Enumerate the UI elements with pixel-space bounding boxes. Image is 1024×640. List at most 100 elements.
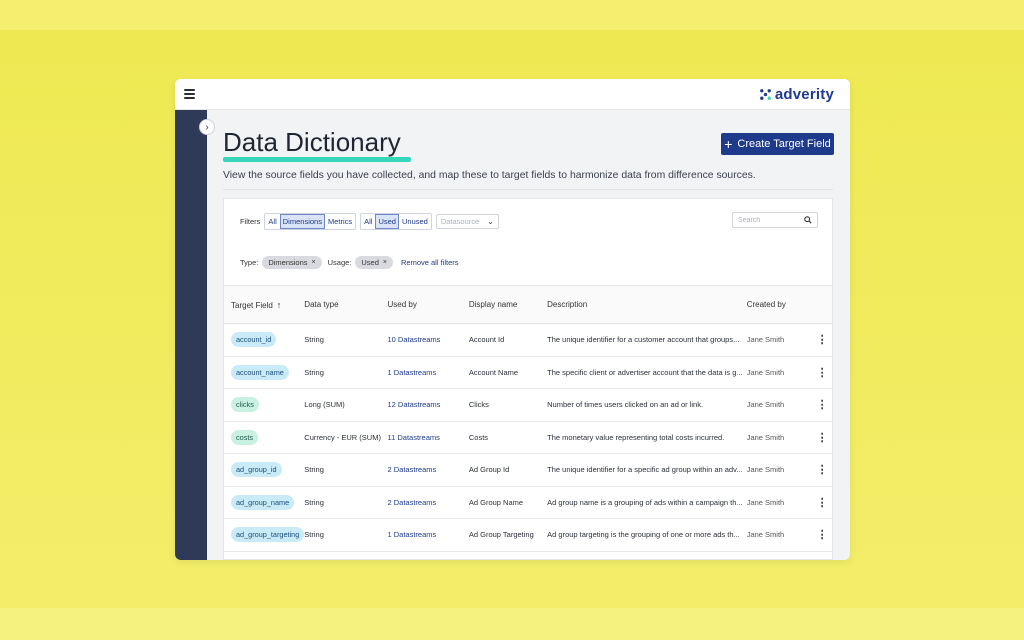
- app-window: adverity › Data Dictionary + Create Targ…: [175, 79, 850, 560]
- filter-usage-all[interactable]: All: [361, 214, 375, 229]
- column-label: Target Field: [231, 300, 273, 310]
- page-title: Data Dictionary: [223, 127, 401, 157]
- cell-display-name: Account Name: [468, 356, 548, 389]
- table-row[interactable]: clicks Long (SUM) 12 Datastreams Clicks …: [224, 388, 832, 422]
- remove-chip-icon[interactable]: ×: [383, 259, 387, 266]
- cell-target-field: clicks: [224, 388, 305, 422]
- cell-used-by: 1 Datastreams: [387, 356, 469, 389]
- table-row[interactable]: ad_group_targeting String 1 Datastreams …: [224, 518, 832, 552]
- column-header-created-by[interactable]: Created by: [747, 286, 810, 324]
- cell-created-by: Jane Smith: [746, 356, 811, 389]
- cell-used-by: 10 Datastreams: [387, 323, 469, 357]
- remove-chip-icon[interactable]: ×: [312, 259, 316, 266]
- more-options-icon[interactable]: ⋮: [817, 367, 828, 379]
- cell-created-by: Jane Smith: [746, 486, 811, 519]
- sort-ascending-icon[interactable]: ↑: [277, 300, 282, 310]
- target-field-pill[interactable]: ad_group_targeting: [231, 527, 305, 543]
- used-by-link[interactable]: 1 Datastreams: [387, 368, 436, 377]
- cell-created-by: Jane Smith: [746, 388, 811, 422]
- cell-actions: ⋮: [810, 323, 832, 357]
- used-by-link[interactable]: 12 Datastreams: [387, 400, 440, 409]
- filter-usage-unused[interactable]: Unused: [399, 214, 431, 229]
- title-underline: [223, 157, 411, 162]
- page-subtitle: View the source fields you have collecte…: [223, 170, 756, 181]
- brand-logo[interactable]: adverity: [759, 86, 834, 103]
- hamburger-icon[interactable]: [184, 89, 195, 99]
- cell-data-type: String: [304, 518, 388, 552]
- column-header-actions: [810, 286, 832, 324]
- cell-used-by: 11 Datastreams: [387, 421, 469, 454]
- more-options-icon[interactable]: ⋮: [817, 399, 828, 411]
- datasource-placeholder: Datasource: [440, 217, 480, 226]
- more-options-icon[interactable]: ⋮: [817, 497, 828, 509]
- used-by-link[interactable]: 1 Datastreams: [387, 530, 436, 539]
- target-field-pill[interactable]: clicks: [231, 397, 259, 413]
- chevron-right-icon: ›: [205, 121, 209, 133]
- column-header-display-name[interactable]: Display name: [469, 286, 547, 324]
- more-options-icon[interactable]: ⋮: [817, 529, 828, 541]
- cell-target-field: ad_group_id: [224, 453, 305, 487]
- cell-actions: ⋮: [810, 518, 832, 552]
- cell-target-field: ad_group_name: [224, 486, 305, 519]
- cell-used-by: 2 Datastreams: [387, 453, 469, 487]
- usage-filter-chip[interactable]: Used ×: [355, 256, 393, 269]
- column-header-used-by[interactable]: Used by: [387, 286, 468, 324]
- usage-filter-group: All Used Unused: [360, 213, 432, 230]
- remove-all-filters-link[interactable]: Remove all filters: [401, 258, 459, 267]
- table-header-row: Target Field ↑ Data type Used by Display …: [224, 285, 832, 324]
- divider: [223, 189, 833, 190]
- table-row[interactable]: account_id String 10 Datastreams Account…: [224, 323, 832, 357]
- chevron-down-icon: ⌄: [487, 217, 494, 226]
- filter-usage-used[interactable]: Used: [375, 214, 399, 229]
- table-row[interactable]: costs Currency - EUR (SUM) 11 Datastream…: [224, 421, 832, 454]
- top-bar: adverity: [175, 79, 850, 110]
- target-field-pill[interactable]: account_name: [231, 364, 289, 380]
- filter-type-dimensions[interactable]: Dimensions: [279, 214, 325, 229]
- column-header-target-field[interactable]: Target Field ↑: [224, 286, 304, 324]
- cell-data-type: Currency - EUR (SUM): [304, 421, 388, 454]
- more-options-icon[interactable]: ⋮: [817, 464, 828, 476]
- cell-display-name: Costs: [468, 421, 548, 454]
- table-row[interactable]: ad_group_name String 2 Datastreams Ad Gr…: [224, 486, 832, 519]
- target-field-pill[interactable]: ad_group_id: [231, 462, 282, 478]
- more-options-icon[interactable]: ⋮: [817, 334, 828, 346]
- cell-description: The unique identifier for a specific ad …: [547, 453, 747, 487]
- cell-created-by: Jane Smith: [746, 453, 811, 487]
- column-header-data-type[interactable]: Data type: [304, 286, 387, 324]
- target-field-pill[interactable]: account_id: [231, 332, 277, 348]
- cell-actions: ⋮: [810, 356, 832, 389]
- type-filter-chip[interactable]: Dimensions ×: [262, 256, 322, 269]
- brand-name: adverity: [774, 86, 834, 103]
- active-filters: Type: Dimensions × Usage: Used × Remove …: [240, 256, 459, 269]
- more-options-icon[interactable]: ⋮: [817, 432, 828, 444]
- used-by-link[interactable]: 11 Datastreams: [387, 433, 439, 442]
- filter-type-all[interactable]: All: [265, 214, 279, 229]
- create-button-label: Create Target Field: [737, 138, 831, 150]
- target-field-pill[interactable]: ad_group_name: [231, 494, 295, 510]
- table-row[interactable]: ad_group_id String 2 Datastreams Ad Grou…: [224, 453, 832, 487]
- usage-filter-label: Usage:: [327, 258, 352, 267]
- cell-display-name: Ad Group Id: [468, 453, 548, 487]
- target-field-pill[interactable]: costs: [231, 429, 259, 445]
- sidebar: [175, 110, 207, 560]
- create-target-field-button[interactable]: + Create Target Field: [721, 133, 834, 155]
- expand-sidebar-button[interactable]: ›: [199, 119, 215, 135]
- datasource-select[interactable]: Datasource ⌄: [435, 214, 499, 229]
- search-input[interactable]: [738, 216, 798, 224]
- cell-description: Number of times users clicked on an ad o…: [547, 388, 747, 422]
- type-chip-label: Dimensions: [268, 258, 308, 267]
- cell-description: Ad group name is a grouping of ads withi…: [547, 486, 747, 519]
- table-row[interactable]: account_name String 1 Datastreams Accoun…: [224, 356, 832, 389]
- data-dictionary-table: Target Field ↑ Data type Used by Display …: [224, 285, 832, 552]
- used-by-link[interactable]: 10 Datastreams: [387, 335, 440, 344]
- used-by-link[interactable]: 2 Datastreams: [387, 498, 436, 507]
- used-by-link[interactable]: 2 Datastreams: [387, 465, 436, 474]
- search-icon[interactable]: [804, 216, 812, 224]
- cell-data-type: String: [304, 323, 388, 357]
- cell-target-field: account_name: [224, 356, 305, 389]
- cell-actions: ⋮: [810, 453, 832, 487]
- column-header-description[interactable]: Description: [547, 286, 747, 324]
- filter-type-metrics[interactable]: Metrics: [325, 214, 355, 229]
- cell-display-name: Clicks: [468, 388, 548, 422]
- adverity-logo-icon: [759, 89, 771, 100]
